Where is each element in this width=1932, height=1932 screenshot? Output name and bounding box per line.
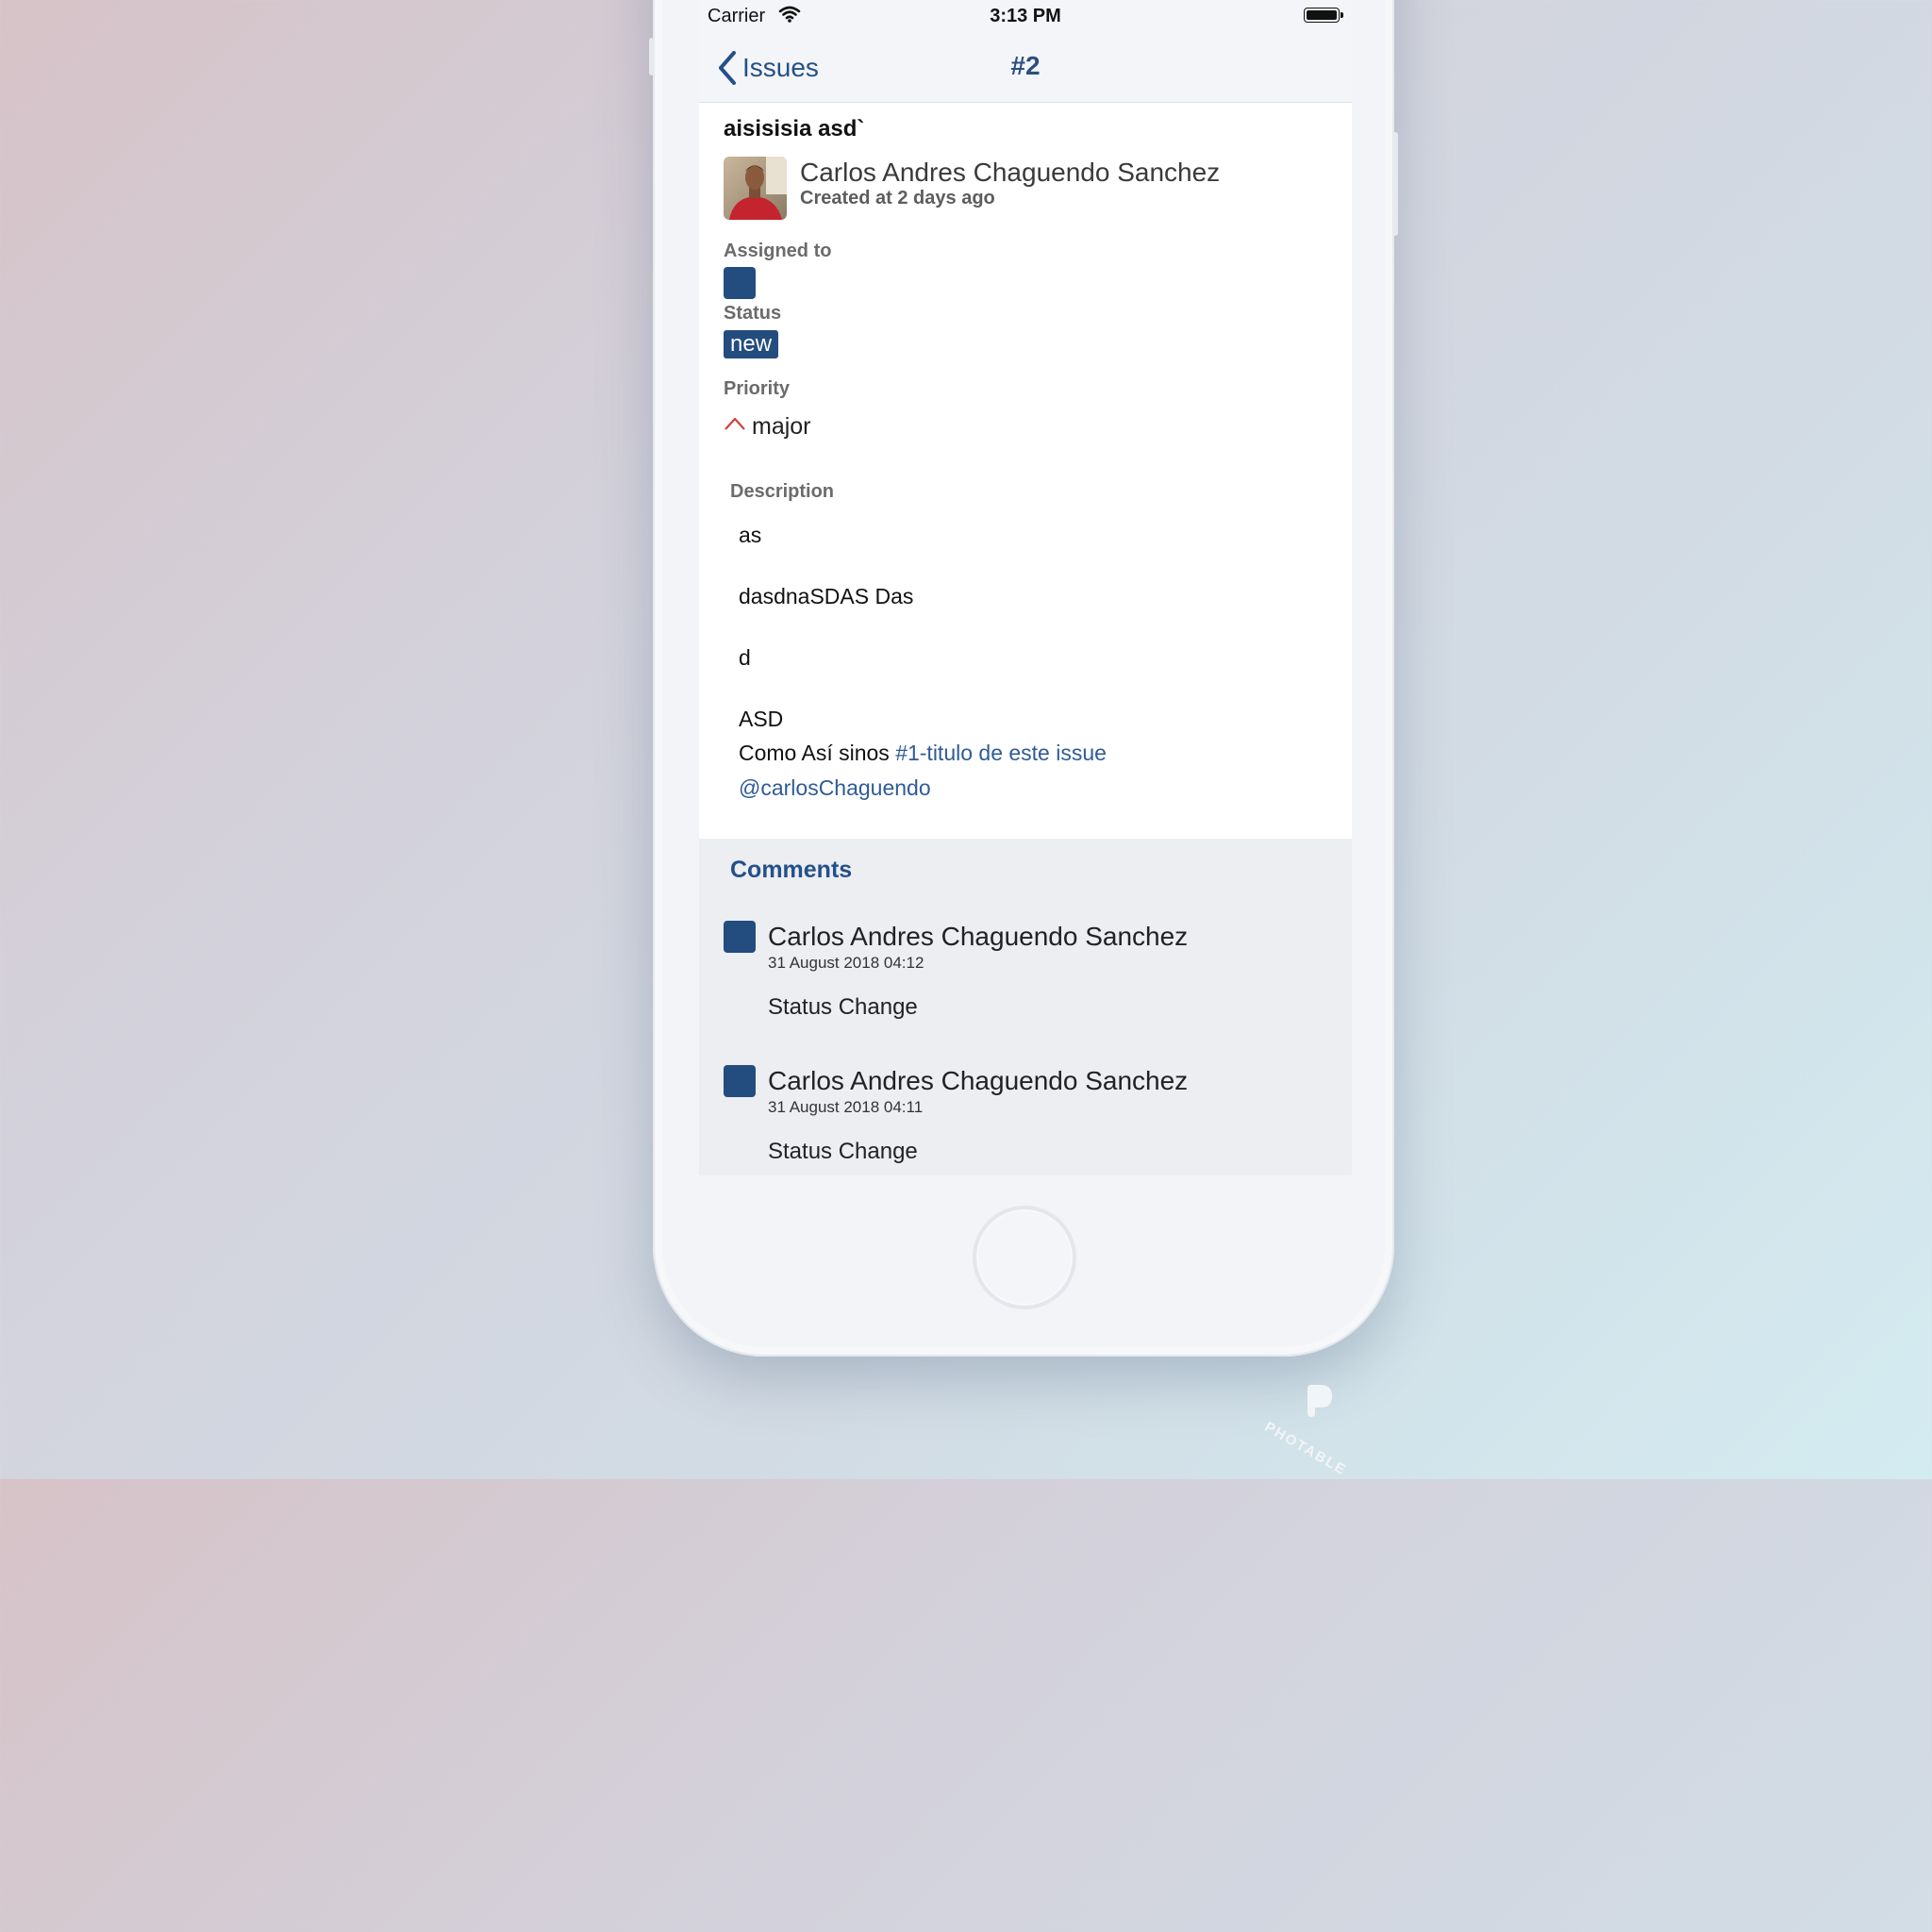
comment-body: Status Change (768, 1139, 918, 1164)
description-text: Como Así sinos (739, 741, 896, 765)
assignee-avatar[interactable] (724, 267, 756, 299)
comment-author: Carlos Andres Chaguendo Sanchez (768, 1066, 1189, 1095)
issue-title: aisisisia asd` (724, 116, 865, 142)
status-bar: Carrier 3:13 PM (699, 0, 1352, 34)
author-avatar[interactable] (724, 157, 787, 220)
issue-reference-link[interactable]: #1-titulo de este issue (895, 741, 1107, 765)
author-name: Carlos Andres Chaguendo Sanchez (800, 158, 1221, 187)
created-at: Created at 2 days ago (800, 188, 995, 208)
description-line: Como Así sinos #1-titulo de este issue (739, 741, 1107, 766)
watermark-text: PHOTABLE (1261, 1419, 1350, 1479)
issue-detail: aisisisia asd` Carlos Andres Chaguendo S… (699, 103, 1352, 839)
comment-avatar[interactable] (724, 1065, 756, 1097)
comment-author: Carlos Andres Chaguendo Sanchez (768, 922, 1189, 951)
comment-date: 31 August 2018 04:11 (768, 1098, 924, 1116)
description-line: d (739, 645, 751, 670)
status-badge: new (724, 330, 779, 358)
status-label: Status (724, 303, 782, 324)
page-title: #2 (1010, 51, 1041, 80)
navigation-bar: Issues #2 (699, 34, 1352, 103)
priority-label: Priority (724, 378, 791, 399)
phone-side-button-right (1392, 132, 1398, 236)
comment-date: 31 August 2018 04:12 (768, 954, 924, 972)
battery-icon (1304, 8, 1343, 23)
comments-title: Comments (730, 857, 853, 883)
description-label: Description (730, 481, 835, 502)
chevron-up-icon (724, 417, 745, 430)
description-line: dasdnaSDAS Das (739, 584, 914, 608)
home-button[interactable] (973, 1206, 1076, 1309)
assigned-to-label: Assigned to (724, 241, 832, 261)
comment-avatar[interactable] (724, 921, 756, 953)
priority-value: major (752, 413, 811, 440)
photable-logo-icon (1307, 1385, 1332, 1417)
user-mention-link[interactable]: @carlosChaguendo (739, 775, 931, 801)
app-screen: Carrier 3:13 PM Issues #2 aisisisia asd` (699, 0, 1352, 1175)
phone-side-button-left (649, 38, 655, 75)
comment-body: Status Change (768, 994, 918, 1020)
description-line: as (739, 523, 762, 547)
photable-watermark: PHOTABLE (1262, 1377, 1358, 1478)
clock: 3:13 PM (990, 6, 1061, 26)
description-line: ASD (739, 707, 784, 731)
